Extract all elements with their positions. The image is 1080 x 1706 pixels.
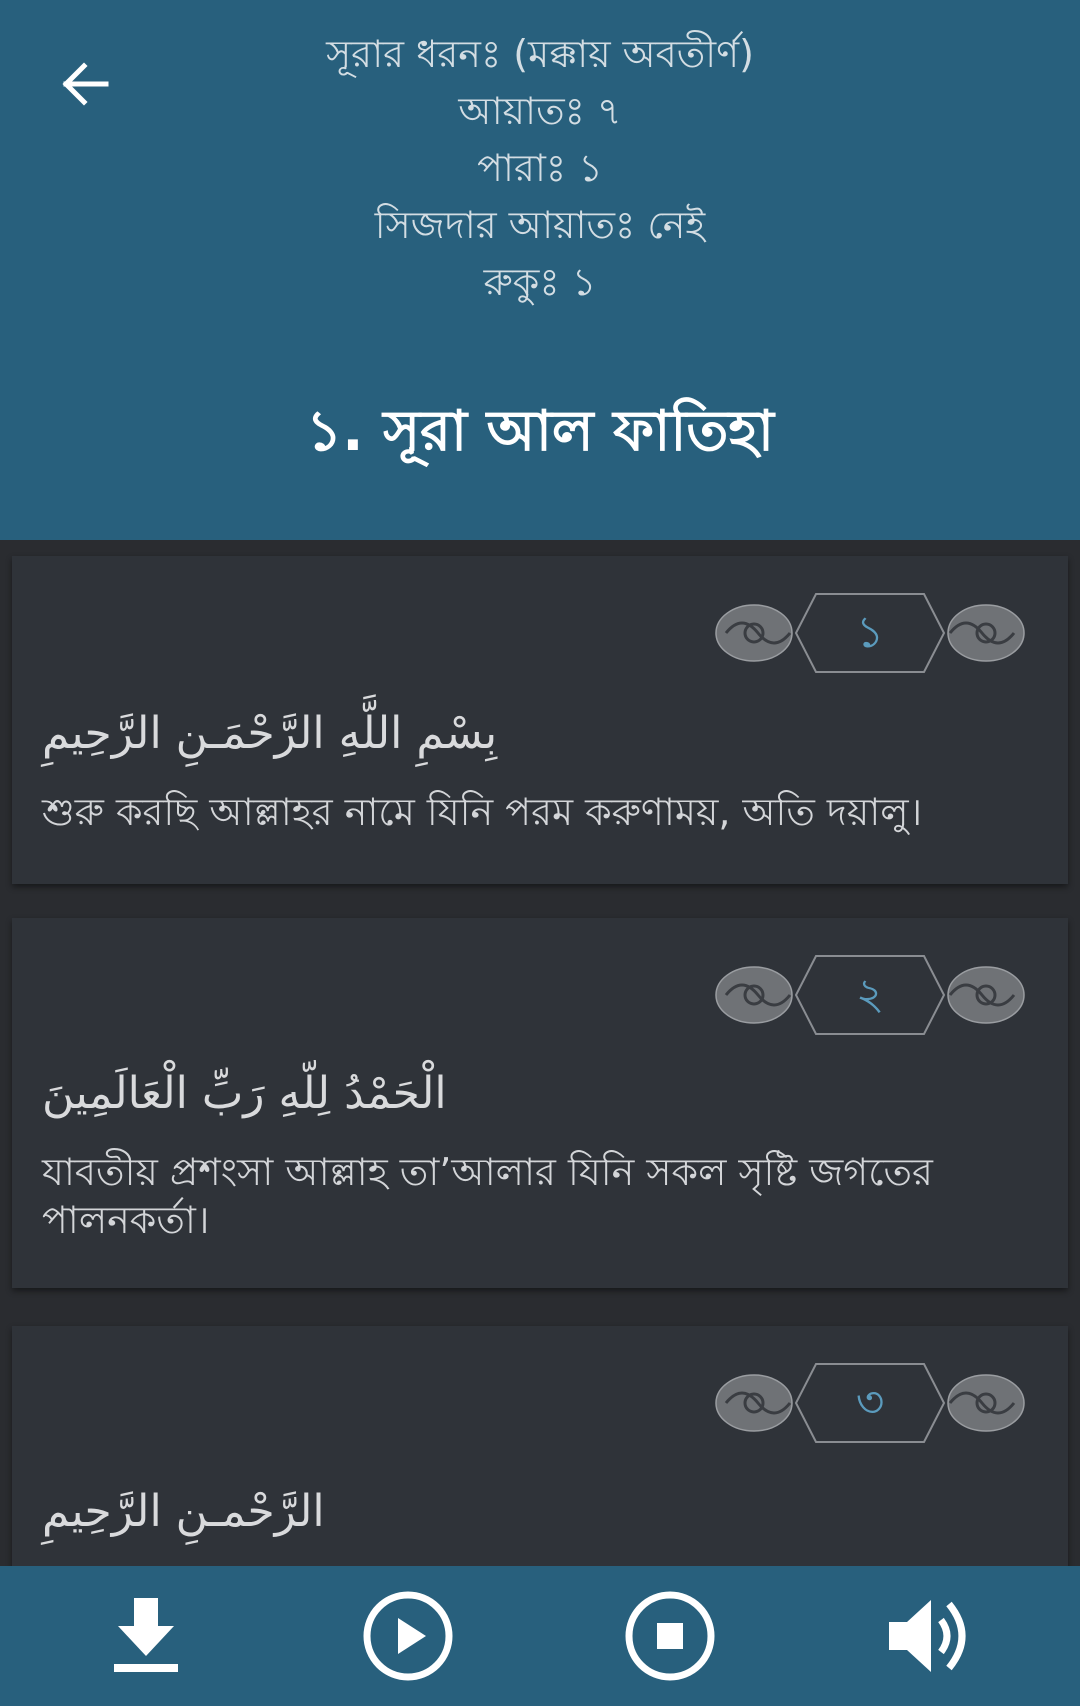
- verse-number-badge: ২: [712, 950, 1028, 1040]
- volume-button[interactable]: [884, 1588, 980, 1684]
- para-number: পারাঃ ১: [477, 146, 603, 190]
- ayat-count: আয়াতঃ ৭: [458, 89, 622, 133]
- download-button[interactable]: [98, 1588, 194, 1684]
- arabic-text: الرَّحْمـنِ الرَّحِيمِ: [42, 1486, 325, 1537]
- surah-type: সূরার ধরনঃ (মক্কায় অবতীর্ণ): [326, 32, 754, 76]
- arabic-text: الْحَمْدُ لِلّهِ رَبِّ الْعَالَمِينَ: [42, 1068, 447, 1119]
- verse-number-badge: ১: [712, 588, 1028, 678]
- translation-text: শুরু করছি আল্লাহর নামে যিনি পরম করুণাময়…: [42, 790, 923, 834]
- stop-icon: [625, 1591, 715, 1681]
- translation-text: যাবতীয় প্রশংসা আল্লাহ তা’আলার যিনি সকল …: [42, 1150, 933, 1242]
- play-button[interactable]: [360, 1588, 456, 1684]
- play-icon: [363, 1591, 453, 1681]
- verse-card[interactable]: ২ الْحَمْدُ لِلّهِ رَبِّ الْعَالَمِينَ য…: [12, 918, 1068, 1288]
- sijdah-info: সিজদার আয়াতঃ নেই: [374, 203, 706, 247]
- download-icon: [114, 1598, 178, 1672]
- back-button[interactable]: [52, 52, 116, 116]
- ruku-count: রুকুঃ ১: [483, 260, 597, 304]
- audio-control-bar: [0, 1566, 1080, 1706]
- volume-icon: [889, 1600, 966, 1672]
- verse-number-badge: ৩: [712, 1358, 1028, 1448]
- verse-list[interactable]: ১ بِسْمِ اللَّهِ الرَّحْمَـنِ الرَّحِيمِ…: [0, 540, 1080, 1566]
- surah-info: সূরার ধরনঃ (মক্কায় অবতীর্ণ) আয়াতঃ ৭ পা…: [180, 26, 900, 311]
- surah-title: ১. সূরা আল ফাতিহা: [305, 399, 775, 464]
- stop-button[interactable]: [622, 1588, 718, 1684]
- verse-card[interactable]: ১ بِسْمِ اللَّهِ الرَّحْمَـنِ الرَّحِيمِ…: [12, 556, 1068, 884]
- verse-number: ২: [855, 969, 885, 1020]
- verse-number: ৩: [855, 1377, 885, 1428]
- verse-card[interactable]: ৩ الرَّحْمـنِ الرَّحِيمِ: [12, 1326, 1068, 1566]
- surah-header: সূরার ধরনঃ (মক্কায় অবতীর্ণ) আয়াতঃ ৭ পা…: [0, 0, 1080, 540]
- arrow-left-icon: [62, 62, 109, 106]
- arabic-text: بِسْمِ اللَّهِ الرَّحْمَـنِ الرَّحِيمِ: [42, 708, 498, 759]
- verse-number: ১: [855, 607, 885, 658]
